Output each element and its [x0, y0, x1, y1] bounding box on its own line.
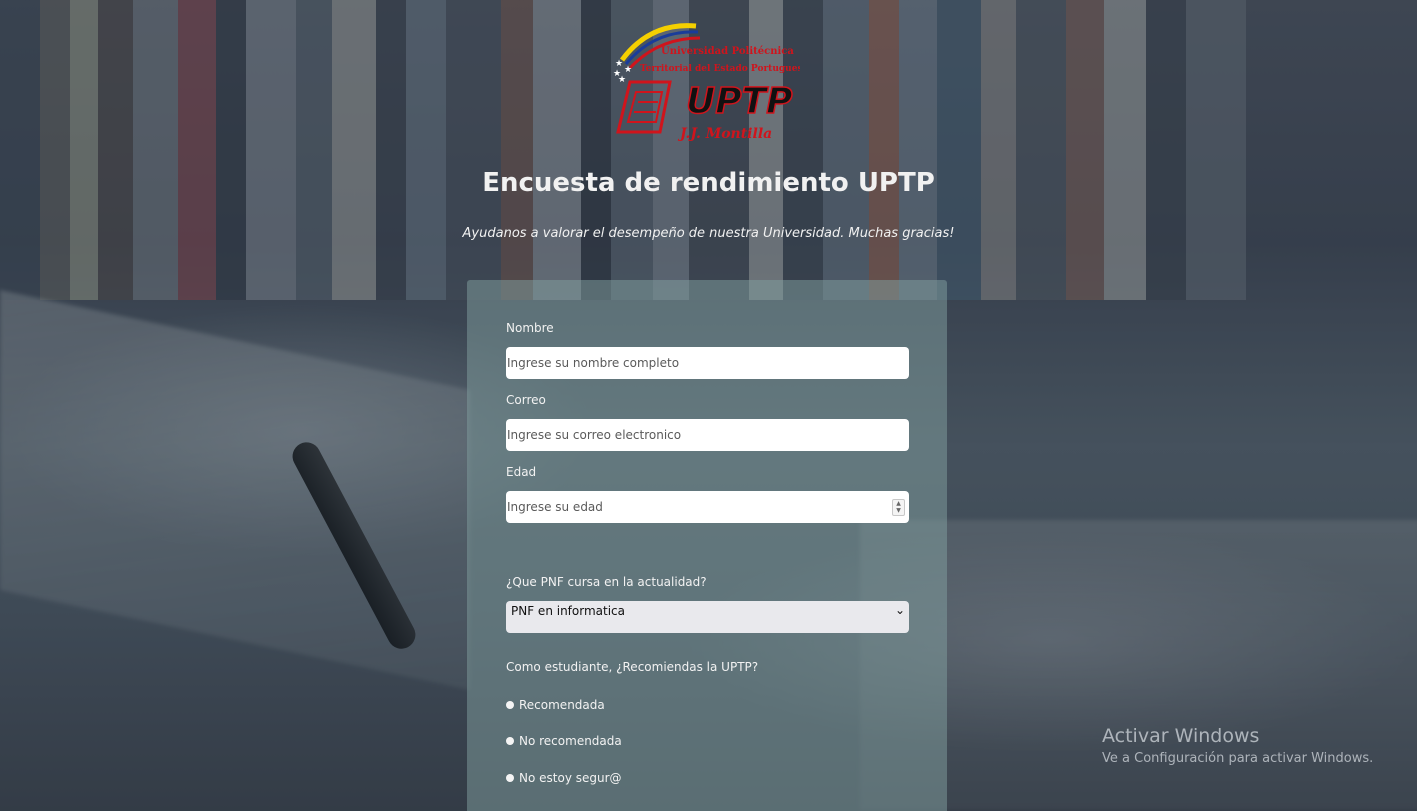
radio-dot-icon[interactable]: [506, 701, 514, 709]
name-label: Nombre: [506, 321, 554, 335]
survey-form: Nombre Correo Edad ▲▼ ¿Que PNF cursa en …: [467, 280, 947, 811]
pnf-selected-value: PNF en informatica: [511, 604, 625, 618]
logo-acronym: UPTP: [686, 81, 793, 122]
svg-text:★: ★: [624, 65, 632, 75]
logo-campus: J.J. Montilla: [677, 126, 772, 142]
svg-text:★: ★: [615, 59, 623, 69]
chevron-down-icon: ⌄: [894, 603, 905, 617]
page-subtitle: Ayudanos a valorar el desempeño de nuest…: [462, 226, 955, 241]
windows-activation-title: Activar Windows: [1102, 725, 1260, 747]
email-input[interactable]: [506, 419, 909, 451]
svg-text:★: ★: [618, 75, 626, 85]
radio-not-recommended[interactable]: No recomendada: [506, 734, 622, 748]
radio-dot-icon[interactable]: [506, 737, 514, 745]
university-logo: ★ ★ ★ ★ Universidad Politécnica Territor…: [610, 20, 809, 145]
age-label: Edad: [506, 465, 537, 479]
age-field-wrap: ▲▼: [506, 491, 909, 523]
radio-label: No estoy segur@: [519, 771, 622, 785]
page-title: Encuesta de rendimiento UPTP: [482, 168, 935, 198]
pnf-label: ¿Que PNF cursa en la actualidad?: [506, 575, 707, 589]
logo-line2: Territorial del Estado Portuguesa: [640, 64, 800, 74]
radio-label: No recomendada: [519, 734, 622, 748]
radio-recommended[interactable]: Recomendada: [506, 698, 605, 712]
age-input[interactable]: [506, 491, 909, 523]
radio-dot-icon[interactable]: [506, 774, 514, 782]
age-spinner[interactable]: ▲ ▼: [892, 499, 905, 516]
email-label: Correo: [506, 393, 546, 407]
radio-label: Recomendada: [519, 698, 605, 712]
name-input[interactable]: [506, 347, 909, 379]
windows-activation-hint: Ve a Configuración para activar Windows.: [1102, 751, 1374, 766]
recommend-label: Como estudiante, ¿Recomiendas la UPTP?: [506, 660, 759, 674]
radio-not-sure[interactable]: No estoy segur@: [506, 771, 622, 785]
logo-line1: Universidad Politécnica: [661, 46, 794, 57]
pnf-select[interactable]: PNF en informatica ⌄: [506, 601, 909, 633]
